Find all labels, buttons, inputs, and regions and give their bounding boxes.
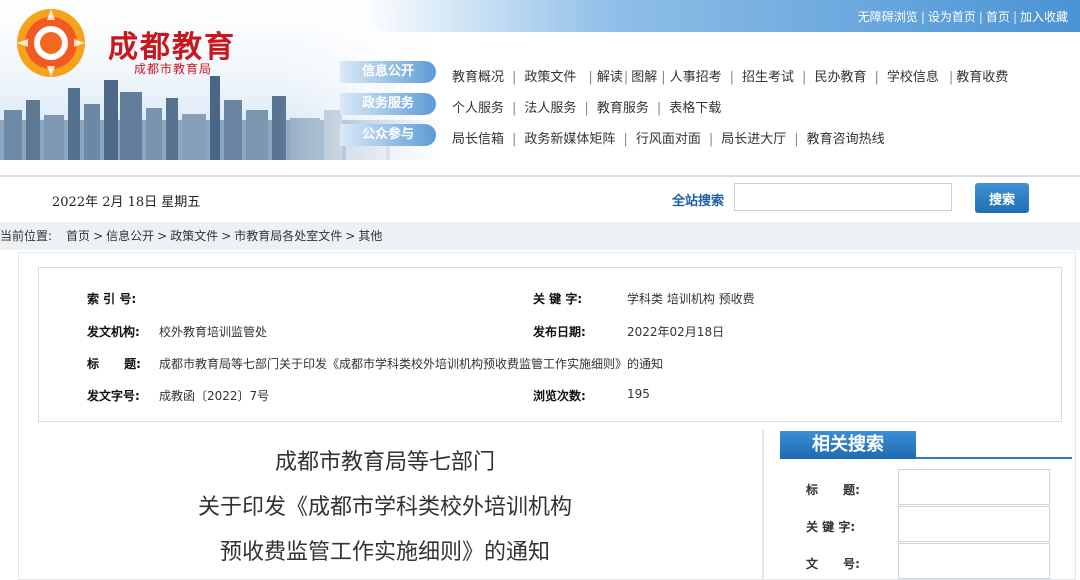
nav-item[interactable]: 人事招考 bbox=[670, 70, 722, 85]
search-button[interactable]: 搜索 bbox=[975, 183, 1029, 213]
nav-item[interactable]: 行风面对面 bbox=[636, 132, 701, 147]
view-count-label: 浏览次数: bbox=[533, 389, 586, 403]
related-docno-label: 文 号: bbox=[806, 557, 860, 571]
nav-item[interactable]: 教育咨询热线 bbox=[807, 132, 885, 147]
article-title-line: 关于印发《成都市学科类校外培训机构 bbox=[197, 495, 572, 520]
document-metadata-table: 索 引 号: 关 键 字: 学科类 培训机构 预收费 发文机构: 校外教育培训监… bbox=[38, 267, 1062, 422]
keyword-value: 学科类 培训机构 预收费 bbox=[627, 292, 755, 306]
nav-row-participation: 局长信箱 | 政务新媒体矩阵 | 行风面对面 | 局长进大厅 | 教育咨询热线 bbox=[452, 132, 885, 147]
view-count-value: 195 bbox=[627, 387, 650, 401]
nav-row-services: 个人服务 | 法人服务 | 教育服务 | 表格下载 bbox=[452, 101, 722, 116]
article-title-line: 预收费监管工作实施细则》的通知 bbox=[219, 540, 550, 565]
home-link[interactable]: 首页 bbox=[986, 10, 1010, 24]
site-header: 无障碍浏览 | 设为首页 | 首页 | 加入收藏 成都教育 成都市教育局 信息公开 政务服务… bbox=[0, 0, 1080, 170]
related-docno-input[interactable] bbox=[898, 543, 1050, 579]
breadcrumb-item[interactable]: 首页 bbox=[66, 229, 90, 243]
site-search-input[interactable] bbox=[734, 183, 952, 211]
date-search-bar: 2022年 2月 18日 星期五 全站搜索 搜索 bbox=[0, 177, 1080, 221]
related-keyword-label: 关 键 字: bbox=[806, 520, 856, 534]
nav-item[interactable]: 学校信息 bbox=[887, 70, 939, 85]
nav-item[interactable]: 局长信箱 bbox=[452, 132, 504, 147]
top-utility-bar: 无障碍浏览 | 设为首页 | 首页 | 加入收藏 bbox=[360, 0, 1080, 32]
nav-item[interactable]: 民办教育 bbox=[814, 70, 866, 85]
nav-item[interactable]: 个人服务 bbox=[452, 101, 504, 116]
nav-item[interactable]: 教育服务 bbox=[597, 101, 649, 116]
utility-links: 无障碍浏览 | 设为首页 | 首页 | 加入收藏 bbox=[857, 10, 1068, 24]
related-keyword-input[interactable] bbox=[898, 506, 1050, 542]
logo-emblem-icon[interactable] bbox=[14, 6, 88, 80]
breadcrumb-item[interactable]: 市教育局各处室文件 bbox=[234, 229, 342, 243]
nav-item[interactable]: 图解 bbox=[631, 70, 657, 85]
add-favorite-link[interactable]: 加入收藏 bbox=[1020, 10, 1068, 24]
related-title-input[interactable] bbox=[898, 469, 1050, 505]
related-title-label: 标 题: bbox=[806, 483, 860, 497]
related-search-title: 相关搜索 bbox=[780, 431, 916, 459]
breadcrumb-item[interactable]: 其他 bbox=[358, 229, 382, 243]
nav-item[interactable]: 教育概况 bbox=[452, 70, 504, 85]
publish-date-value: 2022年02月18日 bbox=[627, 325, 725, 339]
site-subtitle: 成都市教育局 bbox=[134, 62, 213, 76]
nav-row-info: 教育概况 | 政策文件 | 解读| 图解 | 人事招考 | 招生考试 | 民办教育 | 学校信息 | 教育收费 bbox=[452, 70, 1009, 85]
set-homepage-link[interactable]: 设为首页 bbox=[928, 10, 976, 24]
breadcrumb-item[interactable]: 政策文件 bbox=[170, 229, 218, 243]
publish-date-label: 发布日期: bbox=[533, 325, 586, 339]
nav-category-services[interactable]: 政务服务 bbox=[340, 93, 436, 115]
issuer-label: 发文机构: bbox=[87, 325, 140, 339]
site-search-label: 全站搜索 bbox=[672, 194, 725, 209]
doc-number-label: 发文字号: bbox=[87, 389, 140, 403]
nav-category-participation[interactable]: 公众参与 bbox=[340, 124, 436, 146]
article-title: 成都市教育局等七部门 关于印发《成都市学科类校外培训机构 预收费监管工作实施细则… bbox=[150, 440, 620, 575]
nav-item[interactable]: 解读 bbox=[597, 70, 623, 85]
nav-item[interactable]: 政务新媒体矩阵 bbox=[524, 132, 615, 147]
nav-item[interactable]: 教育收费 bbox=[956, 70, 1008, 85]
title-label: 标 题: bbox=[87, 357, 141, 371]
related-search-header: 相关搜索 bbox=[780, 431, 1072, 459]
column-divider bbox=[762, 430, 764, 580]
nav-item[interactable]: 表格下载 bbox=[669, 101, 721, 116]
nav-item[interactable]: 局长进大厅 bbox=[721, 132, 786, 147]
keyword-label: 关 键 字: bbox=[533, 292, 583, 306]
doc-number-value: 成教函〔2022〕7号 bbox=[159, 389, 270, 403]
nav-category-info[interactable]: 信息公开 bbox=[340, 61, 436, 83]
breadcrumb: 当前位置: 首页 > 信息公开 > 政策文件 > 市教育局各处室文件 > 其他 bbox=[0, 222, 1080, 250]
breadcrumb-lead: 当前位置: bbox=[0, 229, 53, 243]
nav-item[interactable]: 招生考试 bbox=[742, 70, 794, 85]
article-title-line: 成都市教育局等七部门 bbox=[274, 450, 495, 475]
nav-item[interactable]: 法人服务 bbox=[524, 101, 576, 116]
nav-item[interactable]: 政策文件 bbox=[524, 70, 576, 85]
index-number-label: 索 引 号: bbox=[87, 292, 137, 306]
breadcrumb-item[interactable]: 信息公开 bbox=[106, 229, 154, 243]
issuer-value: 校外教育培训监管处 bbox=[159, 325, 268, 339]
title-value: 成都市教育局等七部门关于印发《成都市学科类校外培训机构预收费监管工作实施细则》的… bbox=[159, 357, 664, 371]
accessibility-link[interactable]: 无障碍浏览 bbox=[858, 10, 918, 24]
current-date: 2022年 2月 18日 星期五 bbox=[52, 195, 201, 210]
